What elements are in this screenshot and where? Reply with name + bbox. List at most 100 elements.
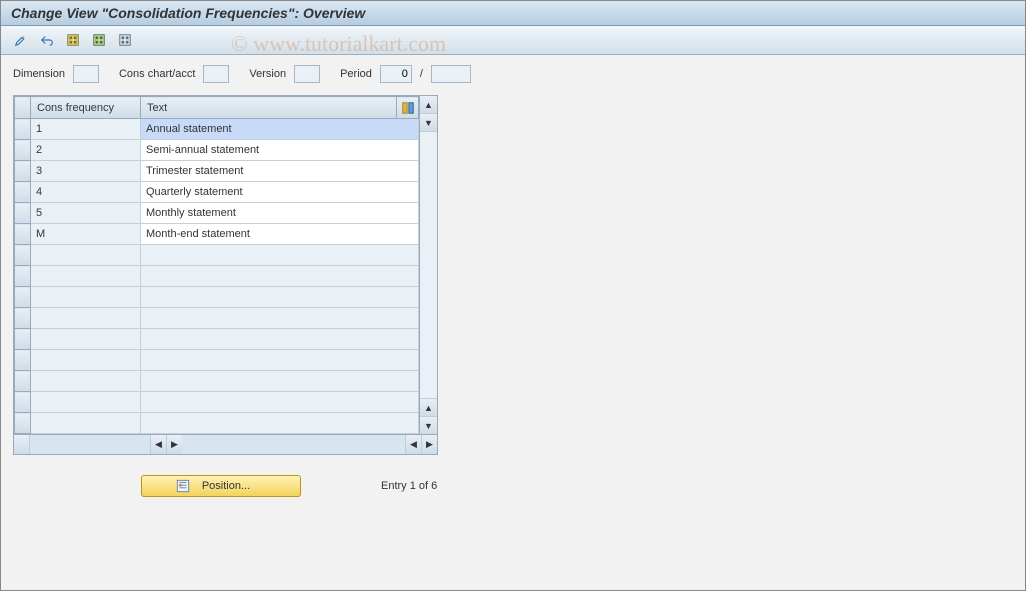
period-input-1[interactable] [380,65,412,83]
horizontal-scrollbar[interactable]: ◀ ▶ ◀ ▶ [14,434,437,454]
delete-icon[interactable] [115,30,135,50]
cell-text[interactable]: Trimester statement [141,161,419,182]
row-selector[interactable] [15,371,31,392]
cell-cons-frequency[interactable] [31,392,141,413]
col-select[interactable] [15,97,31,119]
cell-cons-frequency[interactable] [31,308,141,329]
cell-cons-frequency[interactable]: 5 [31,203,141,224]
page-title: Change View "Consolidation Frequencies":… [1,1,1025,26]
cell-cons-frequency[interactable] [31,245,141,266]
toolbar [1,26,1025,55]
table-row[interactable]: 3Trimester statement [15,161,419,182]
hscroll-left-icon[interactable]: ◀ [150,435,166,454]
version-field: Version [249,65,320,83]
table-row[interactable] [15,308,419,329]
cell-cons-frequency[interactable]: 3 [31,161,141,182]
version-input[interactable] [294,65,320,83]
cell-text[interactable]: Semi-annual statement [141,140,419,161]
cell-cons-frequency[interactable] [31,350,141,371]
table-row[interactable] [15,287,419,308]
period-input-2[interactable] [431,65,471,83]
dimension-field: Dimension [13,65,99,83]
cell-cons-frequency[interactable] [31,413,141,434]
scroll-up-icon[interactable]: ▲ [420,96,437,114]
position-button-label: Position... [202,480,250,492]
select-all-icon[interactable] [63,30,83,50]
row-selector[interactable] [15,266,31,287]
cell-text[interactable] [141,266,419,287]
grid: Cons frequency Text 1Annual statement2Se… [13,95,438,455]
row-selector[interactable] [15,413,31,434]
table-row[interactable]: 4Quarterly statement [15,182,419,203]
hscroll-lead [14,435,30,454]
change-display-icon[interactable] [11,30,31,50]
row-selector[interactable] [15,392,31,413]
table-row[interactable] [15,371,419,392]
undo-icon[interactable] [37,30,57,50]
table-row[interactable] [15,266,419,287]
row-selector[interactable] [15,245,31,266]
cell-cons-frequency[interactable] [31,287,141,308]
scroll-down-icon[interactable]: ▼ [420,114,437,132]
hscroll-left2-icon[interactable]: ◀ [405,435,421,454]
hscroll-right-icon[interactable]: ▶ [166,435,182,454]
cell-text[interactable] [141,308,419,329]
cell-text[interactable] [141,350,419,371]
hscroll-right2-icon[interactable]: ▶ [421,435,437,454]
cell-text[interactable] [141,413,419,434]
entry-count: Entry 1 of 6 [381,480,437,492]
col-text[interactable]: Text [141,97,397,119]
cell-cons-frequency[interactable] [31,371,141,392]
cell-cons-frequency[interactable]: 2 [31,140,141,161]
row-selector[interactable] [15,203,31,224]
vertical-scrollbar[interactable]: ▲ ▼ ▲ ▼ [419,96,437,434]
cell-text[interactable]: Annual statement [141,119,419,140]
cell-cons-frequency[interactable] [31,266,141,287]
table-row[interactable]: 5Monthly statement [15,203,419,224]
cell-text[interactable] [141,245,419,266]
cell-cons-frequency[interactable]: 4 [31,182,141,203]
cell-cons-frequency[interactable]: 1 [31,119,141,140]
row-selector[interactable] [15,119,31,140]
table-row[interactable] [15,329,419,350]
dimension-label: Dimension [13,68,65,80]
col-configure-icon[interactable] [397,97,419,119]
cons-chart-field: Cons chart/acct [119,65,229,83]
table-row[interactable] [15,413,419,434]
cell-text[interactable]: Quarterly statement [141,182,419,203]
cell-text[interactable] [141,287,419,308]
table-row[interactable] [15,245,419,266]
row-selector[interactable] [15,308,31,329]
cell-cons-frequency[interactable] [31,329,141,350]
position-icon [176,479,190,493]
cell-text[interactable] [141,392,419,413]
row-selector[interactable] [15,329,31,350]
position-button[interactable]: Position... [141,475,301,497]
table-row[interactable] [15,392,419,413]
cell-text[interactable] [141,371,419,392]
row-selector[interactable] [15,350,31,371]
cell-text[interactable]: Month-end statement [141,224,419,245]
row-selector[interactable] [15,140,31,161]
dimension-input[interactable] [73,65,99,83]
row-selector[interactable] [15,161,31,182]
data-table: Cons frequency Text 1Annual statement2Se… [14,96,419,434]
row-selector[interactable] [15,224,31,245]
cell-text[interactable] [141,329,419,350]
cell-text[interactable]: Monthly statement [141,203,419,224]
table-row[interactable]: MMonth-end statement [15,224,419,245]
table-row[interactable] [15,350,419,371]
period-label: Period [340,68,372,80]
row-selector[interactable] [15,182,31,203]
scroll-up2-icon[interactable]: ▲ [420,398,437,416]
table-row[interactable]: 2Semi-annual statement [15,140,419,161]
scroll-track[interactable] [420,132,437,398]
scroll-down2-icon[interactable]: ▼ [420,416,437,434]
table-row[interactable]: 1Annual statement [15,119,419,140]
footer: Position... Entry 1 of 6 [141,475,1025,497]
deselect-all-icon[interactable] [89,30,109,50]
row-selector[interactable] [15,287,31,308]
cons-chart-input[interactable] [203,65,229,83]
col-cons-frequency[interactable]: Cons frequency [31,97,141,119]
cell-cons-frequency[interactable]: M [31,224,141,245]
